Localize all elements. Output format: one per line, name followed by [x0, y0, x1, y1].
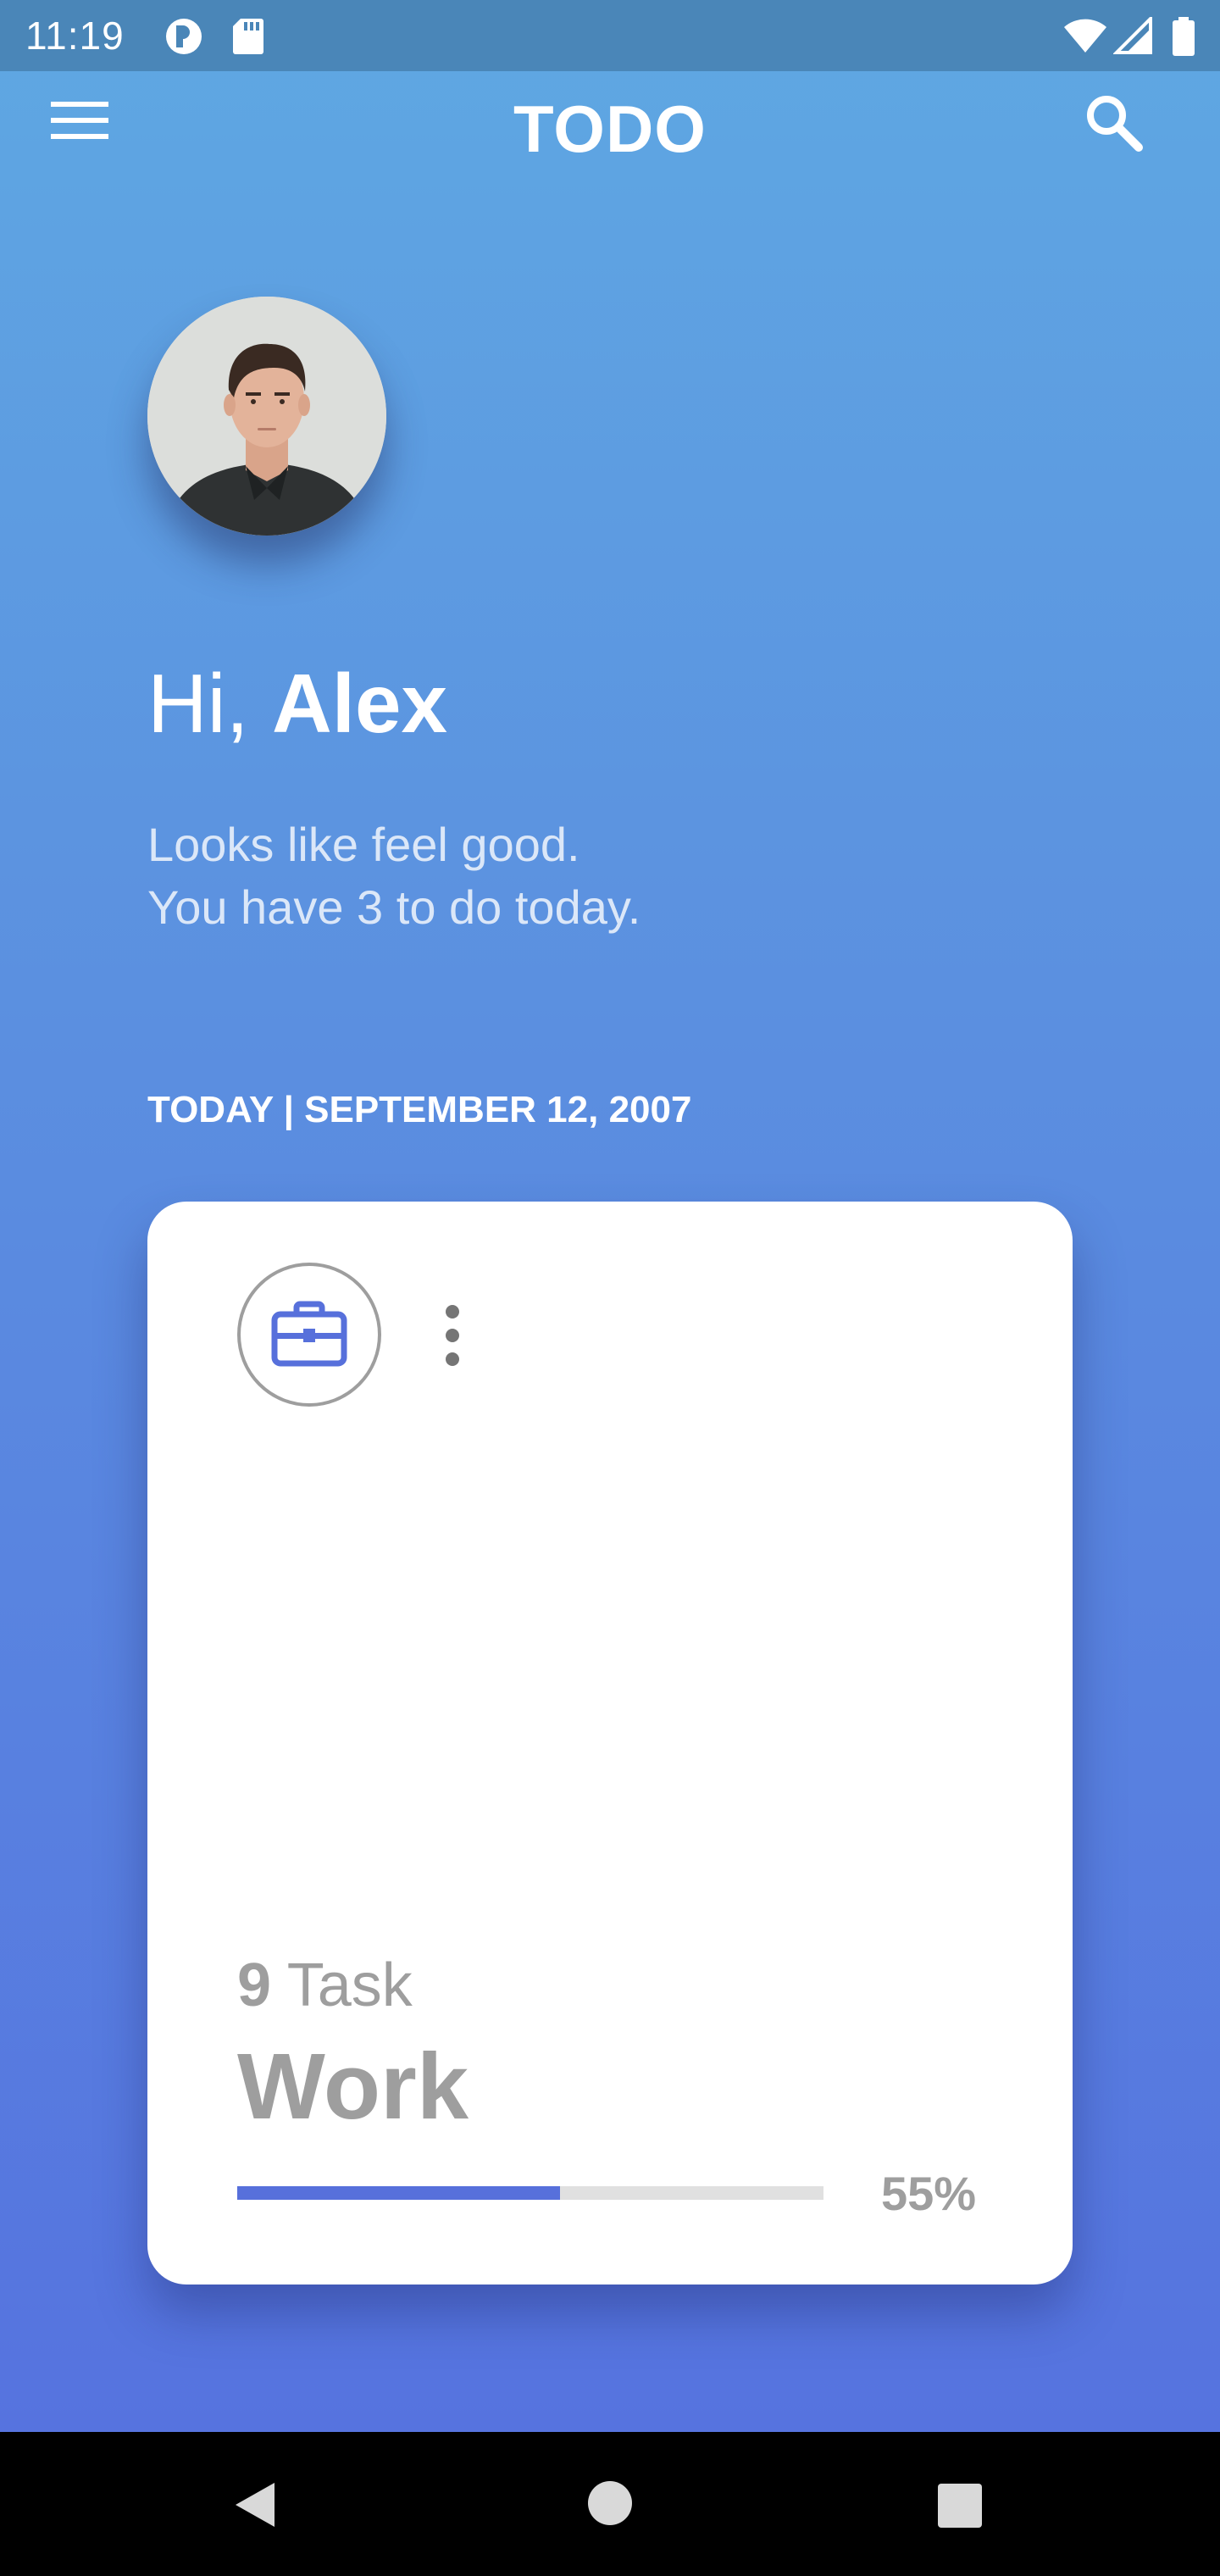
more-vert-icon — [446, 1305, 459, 1366]
cellular-signal-icon — [1112, 14, 1152, 58]
recents-button[interactable] — [937, 2483, 983, 2529]
category-name: Work — [237, 2035, 469, 2139]
greeting-prefix: Hi, — [147, 657, 272, 750]
back-button[interactable] — [230, 2479, 278, 2530]
subtitle-line-1: Looks like feel good. — [147, 818, 580, 871]
back-triangle-icon — [236, 2483, 274, 2527]
greeting-subtitle: Looks like feel good. You have 3 to do t… — [147, 813, 640, 939]
more-options-button[interactable] — [435, 1300, 469, 1371]
task-category-card[interactable]: 9 Task Work 55% — [147, 1202, 1073, 2285]
search-icon — [1087, 96, 1143, 152]
app-title: TODO — [513, 92, 707, 166]
app-screen: 11:19 TODO Hi, Alex Looks like feel good… — [0, 0, 1220, 2576]
home-circle-icon — [588, 2481, 632, 2525]
status-time: 11:19 — [25, 14, 125, 58]
home-button[interactable] — [586, 2479, 634, 2527]
wifi-icon — [1062, 17, 1108, 58]
user-name: Alex — [272, 657, 448, 750]
battery-icon — [1171, 17, 1196, 60]
status-bar: 11:19 — [0, 0, 1220, 71]
task-count: 9 Task — [237, 1947, 413, 2024]
task-count-number: 9 — [237, 1951, 272, 2019]
date-heading: TODAY | SEPTEMBER 12, 2007 — [147, 1089, 692, 1130]
recents-square-icon — [938, 2484, 982, 2528]
category-icon-circle — [237, 1263, 381, 1407]
task-count-label: Task — [271, 1951, 413, 2019]
greeting-heading: Hi, Alex — [147, 652, 447, 754]
profile-photo — [147, 297, 386, 536]
avatar[interactable] — [147, 297, 386, 536]
search-button[interactable] — [1084, 93, 1161, 169]
progress-percent-label: 55% — [881, 2167, 977, 2220]
sync-status-icon — [163, 17, 205, 60]
sd-card-icon — [232, 17, 264, 60]
progress-bar-fill — [237, 2186, 560, 2200]
progress-bar — [237, 2186, 824, 2200]
system-nav-bar — [0, 2432, 1220, 2576]
subtitle-line-2: You have 3 to do today. — [147, 880, 641, 934]
briefcase-icon — [271, 1301, 347, 1367]
